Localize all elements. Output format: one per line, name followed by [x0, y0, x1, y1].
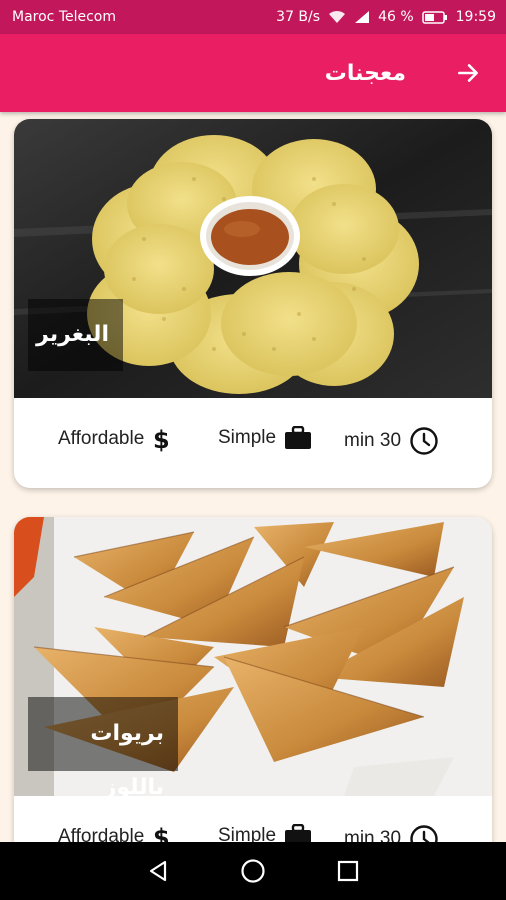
complexity-info: Simple: [218, 824, 312, 842]
nav-home-button[interactable]: [237, 855, 269, 887]
back-triangle-icon: [149, 860, 166, 882]
duration-label: min 30: [344, 430, 402, 451]
arrow-forward-icon: [458, 64, 478, 82]
briefcase-icon: [284, 426, 312, 450]
recipe-details: Affordable $ Simple min 30: [14, 398, 492, 488]
battery-level: 46 %: [378, 9, 414, 25]
status-bar: Maroc Telecom 37 B/s 46 % 19:59: [0, 0, 506, 34]
recipe-title: بريوات باللوز: [28, 697, 178, 796]
nav-recents-button[interactable]: [332, 855, 364, 887]
page-title: معجنات: [324, 60, 406, 86]
briefcase-icon: [284, 824, 312, 842]
nav-back-button[interactable]: [142, 855, 174, 887]
affordability-label: Affordable: [58, 826, 145, 842]
recipe-list[interactable]: البغرير Affordable $ Simple min 30 بريوا…: [0, 112, 506, 842]
battery-icon: [421, 10, 448, 24]
carrier-name: Maroc Telecom: [12, 9, 117, 25]
recipe-image: البغرير: [14, 119, 492, 398]
complexity-info: Simple: [218, 426, 312, 450]
dollar-icon: $: [152, 824, 168, 842]
affordability-info: Affordable $: [58, 426, 168, 452]
recipe-image: بريوات باللوز: [14, 517, 492, 796]
clock-icon: [409, 824, 439, 842]
clock: 19:59: [455, 9, 496, 25]
complexity-label: Simple: [218, 825, 277, 842]
svg-text:$: $: [153, 824, 168, 842]
recents-square-icon: [338, 860, 359, 882]
app-bar: معجنات: [0, 34, 506, 112]
affordability-info: Affordable $: [58, 824, 168, 842]
status-indicators: 37 B/s 46 % 19:59: [276, 9, 496, 25]
clock-icon: [409, 426, 439, 456]
duration-info: min 30: [344, 426, 439, 456]
home-circle-icon: [241, 859, 265, 883]
recipe-details: Affordable $ Simple min 30: [14, 796, 492, 842]
navigation-bar: [0, 842, 506, 900]
recipe-card[interactable]: بريوات باللوز Affordable $ Simple min 30: [14, 517, 492, 842]
duration-info: min 30: [344, 824, 439, 842]
network-speed: 37 B/s: [276, 9, 321, 25]
duration-label: min 30: [344, 828, 402, 842]
recipe-title: البغرير: [28, 299, 123, 371]
svg-text:$: $: [153, 426, 168, 452]
wifi-icon: [328, 10, 346, 24]
dollar-icon: $: [152, 426, 168, 452]
recipe-card[interactable]: البغرير Affordable $ Simple min 30: [14, 119, 492, 488]
signal-icon: [354, 10, 370, 24]
back-button[interactable]: [454, 59, 482, 87]
complexity-label: Simple: [218, 427, 277, 448]
affordability-label: Affordable: [58, 428, 145, 449]
